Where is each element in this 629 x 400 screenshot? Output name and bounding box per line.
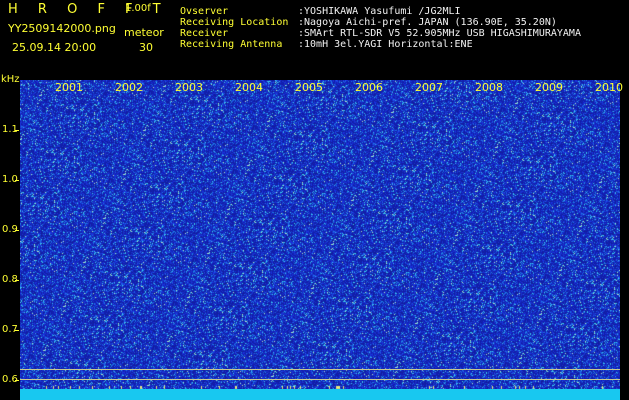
info-label-observer: Ovserver bbox=[180, 6, 229, 17]
x-tick-label: 2009 bbox=[535, 81, 563, 94]
version-label: 1.00f bbox=[125, 3, 151, 14]
x-tick-label: 2006 bbox=[355, 81, 383, 94]
x-tick-label: 2007 bbox=[415, 81, 443, 94]
info-value-observer: :YOSHIKAWA Yasufumi /JG2MLI bbox=[298, 6, 461, 17]
info-value-receiver: :SMArt RTL-SDR V5 52.905MHz USB HIGASHIM… bbox=[298, 28, 581, 39]
x-tick-label: 2008 bbox=[475, 81, 503, 94]
y-tick-mark bbox=[15, 330, 19, 331]
info-label-location: Receiving Location bbox=[180, 17, 289, 28]
info-labels: Ovserver Receiving Location Receiver Rec… bbox=[180, 6, 288, 50]
info-label-receiver: Receiver bbox=[180, 28, 229, 39]
info-label-antenna: Receiving Antenna bbox=[180, 39, 283, 50]
x-tick-label: 2004 bbox=[235, 81, 263, 94]
meteor-label: meteor bbox=[124, 26, 164, 39]
y-tick-mark bbox=[15, 180, 19, 181]
spectrogram-canvas[interactable] bbox=[20, 80, 620, 400]
x-tick-label: 2005 bbox=[295, 81, 323, 94]
y-tick-mark bbox=[15, 130, 19, 131]
x-tick-label: 2003 bbox=[175, 81, 203, 94]
y-tick-mark bbox=[15, 230, 19, 231]
filename-label: YY2509142000.png bbox=[8, 22, 116, 35]
y-tick-mark bbox=[15, 380, 19, 381]
x-tick-label: 2001 bbox=[55, 81, 83, 94]
info-value-location: :Nagoya Aichi-pref. JAPAN (136.90E, 35.2… bbox=[298, 17, 557, 28]
baseline-marker bbox=[20, 369, 620, 370]
baseline-marker bbox=[20, 379, 620, 380]
info-values: :YOSHIKAWA Yasufumi /JG2MLI :Nagoya Aich… bbox=[298, 6, 581, 50]
timestamp-label: 25.09.14 20:00 bbox=[12, 41, 97, 54]
x-tick-label: 2010 bbox=[595, 81, 623, 94]
meteor-count: 30 bbox=[139, 41, 153, 54]
y-tick-mark bbox=[15, 280, 19, 281]
y-axis-unit: kHz bbox=[1, 74, 20, 85]
signal-strip bbox=[20, 389, 620, 400]
info-value-antenna: :10mH 3el.YAGI Horizontal:ENE bbox=[298, 39, 473, 50]
x-tick-label: 2002 bbox=[115, 81, 143, 94]
